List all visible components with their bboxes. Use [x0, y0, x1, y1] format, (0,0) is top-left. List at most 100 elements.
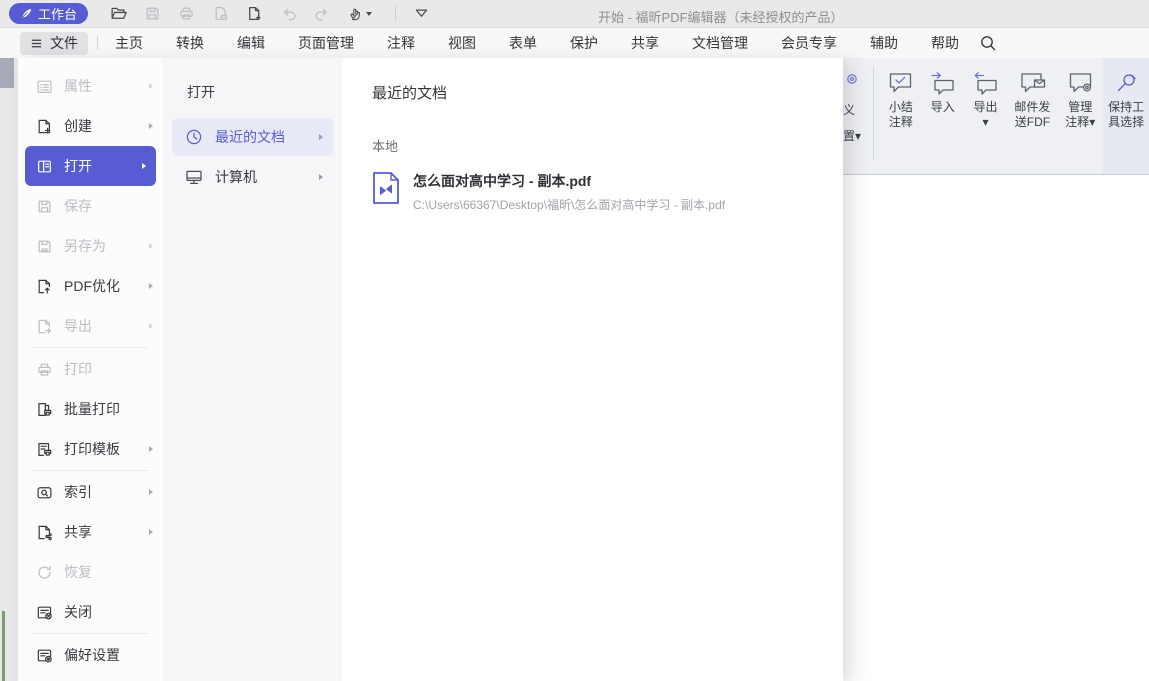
- menu-item-save: 保存: [18, 186, 163, 226]
- ribbon-partial-line1: 义: [843, 103, 867, 118]
- recent-documents-panel: 最近的文档 本地 怎么面对高中学习 - 副本.pdf C:\Users\6636…: [342, 58, 843, 681]
- menu-item-batch-print[interactable]: 批量打印: [18, 389, 163, 429]
- window-title: 开始 - 福昕PDF编辑器（未经授权的产品）: [598, 7, 844, 26]
- recent-document-text: 怎么面对高中学习 - 副本.pdf C:\Users\66367\Desktop…: [413, 171, 725, 213]
- menu-item-export: 导出: [18, 306, 163, 346]
- undo-icon[interactable]: [280, 5, 297, 22]
- tab-view[interactable]: 视图: [448, 33, 476, 53]
- ribbon-partial-line2: 置▾: [843, 129, 867, 144]
- titlebar: 工作台: [0, 0, 1149, 28]
- open-icon: [36, 158, 53, 175]
- import-comments-button[interactable]: 导入: [922, 58, 964, 174]
- print-icon: [36, 361, 53, 378]
- menubar-separator: [97, 36, 98, 50]
- tab-doc-manage[interactable]: 文档管理: [692, 33, 748, 53]
- tab-comment[interactable]: 注释: [387, 33, 415, 53]
- open-file-icon[interactable]: [110, 5, 127, 22]
- save-icon[interactable]: [144, 5, 161, 22]
- document-name: 怎么面对高中学习 - 副本.pdf: [413, 171, 725, 191]
- page-minus-icon[interactable]: [212, 5, 229, 22]
- file-menu-sidebar: 属性 创建 打开 保存: [18, 58, 163, 681]
- tab-assist[interactable]: 辅助: [870, 33, 898, 53]
- tab-page-manage[interactable]: 页面管理: [298, 33, 354, 53]
- hand-tool-caret: [366, 12, 372, 16]
- workspace-label: 工作台: [38, 4, 77, 23]
- hand-tool-icon[interactable]: [348, 5, 372, 22]
- open-submenu-panel: 打开 最近的文档 计算机: [163, 58, 342, 681]
- export-icon: [36, 318, 53, 335]
- new-page-icon[interactable]: [246, 5, 263, 22]
- document-path: C:\Users\66367\Desktop\福昕\怎么面对高中学习 - 副本.…: [413, 196, 725, 213]
- menu-item-index[interactable]: 索引: [18, 472, 163, 512]
- print-icon[interactable]: [178, 5, 195, 22]
- pdf-optimize-icon: [36, 278, 53, 295]
- export-comments-button[interactable]: 导出 ▾: [964, 58, 1008, 174]
- restore-icon: [36, 564, 53, 581]
- menu-divider: [32, 470, 149, 471]
- menubar: 文件 主页 转换 编辑 页面管理 注释 视图 表单 保护 共享 文档管理 会员专…: [0, 28, 1149, 58]
- tab-help[interactable]: 帮助: [931, 33, 959, 53]
- customize-toolbar-icon[interactable]: [413, 5, 430, 22]
- clock-icon: [185, 128, 203, 146]
- menu-item-print: 打印: [18, 349, 163, 389]
- menu-item-properties: 属性: [18, 66, 163, 106]
- ribbon-comment-group: 义 置▾ 小结 注释 导入 导出 ▾: [843, 58, 1149, 175]
- create-icon: [36, 118, 53, 135]
- document-canvas: [843, 175, 1149, 681]
- open-submenu-header: 打开: [187, 82, 342, 102]
- share-icon: [36, 524, 53, 541]
- menu-item-close[interactable]: 关闭: [18, 592, 163, 632]
- pdf-file-icon: [372, 171, 400, 210]
- file-menu-overlay: 属性 创建 打开 保存: [18, 58, 843, 681]
- background-strip: [0, 58, 18, 681]
- comment-export-icon: [972, 71, 999, 95]
- keep-tool-selected-toggle[interactable]: 保持工 具选择: [1103, 58, 1149, 174]
- menu-item-pdf-optimize[interactable]: PDF优化: [18, 266, 163, 306]
- index-icon: [36, 484, 53, 501]
- menu-divider: [32, 633, 149, 634]
- recent-document-item[interactable]: 怎么面对高中学习 - 副本.pdf C:\Users\66367\Desktop…: [372, 171, 843, 213]
- menu-item-save-as: 另存为: [18, 226, 163, 266]
- batch-print-icon: [36, 401, 53, 418]
- quick-access-toolbar: [110, 5, 430, 22]
- manage-comments-button[interactable]: 管理 注释▾: [1057, 58, 1103, 174]
- hamburger-icon: [30, 37, 43, 50]
- app-window: 工作台: [0, 0, 1149, 681]
- menu-item-create[interactable]: 创建: [18, 106, 163, 146]
- menu-item-restore: 恢复: [18, 552, 163, 592]
- workspace-button[interactable]: 工作台: [9, 3, 88, 24]
- menu-item-preferences[interactable]: 偏好设置: [18, 635, 163, 675]
- tab-convert[interactable]: 转换: [176, 33, 204, 53]
- save-icon: [36, 198, 53, 215]
- search-icon[interactable]: [979, 34, 997, 52]
- summarize-comments-button[interactable]: 小结 注释: [880, 58, 922, 174]
- menu-item-print-template[interactable]: 打印模板: [18, 429, 163, 469]
- tab-edit[interactable]: 编辑: [237, 33, 265, 53]
- save-as-icon: [36, 238, 53, 255]
- tab-share[interactable]: 共享: [631, 33, 659, 53]
- tab-form[interactable]: 表单: [509, 33, 537, 53]
- local-section-label: 本地: [372, 136, 843, 155]
- tab-home[interactable]: 主页: [115, 33, 143, 53]
- comment-check-icon: [887, 71, 914, 95]
- email-fdf-button[interactable]: 邮件发 送FDF: [1007, 58, 1057, 174]
- menu-item-open[interactable]: 打开: [25, 146, 156, 186]
- toolbar-separator: [395, 6, 396, 21]
- menu-item-share[interactable]: 共享: [18, 512, 163, 552]
- print-template-icon: [36, 441, 53, 458]
- submenu-item-recent-documents[interactable]: 最近的文档: [172, 118, 333, 156]
- redo-icon[interactable]: [314, 5, 331, 22]
- menu-divider: [32, 347, 149, 348]
- tab-protect[interactable]: 保护: [570, 33, 598, 53]
- comment-gear-icon: [1067, 71, 1094, 95]
- file-menu-button[interactable]: 文件: [20, 32, 88, 55]
- properties-icon: [36, 78, 53, 95]
- computer-icon: [185, 168, 203, 186]
- ribbon-partial-item[interactable]: 义 置▾: [843, 58, 867, 174]
- gear-icon: [844, 71, 860, 87]
- tab-member[interactable]: 会员专享: [781, 33, 837, 53]
- file-menu-label: 文件: [50, 33, 78, 53]
- comment-import-icon: [929, 71, 956, 95]
- quill-icon: [20, 7, 33, 20]
- submenu-item-computer[interactable]: 计算机: [172, 158, 333, 196]
